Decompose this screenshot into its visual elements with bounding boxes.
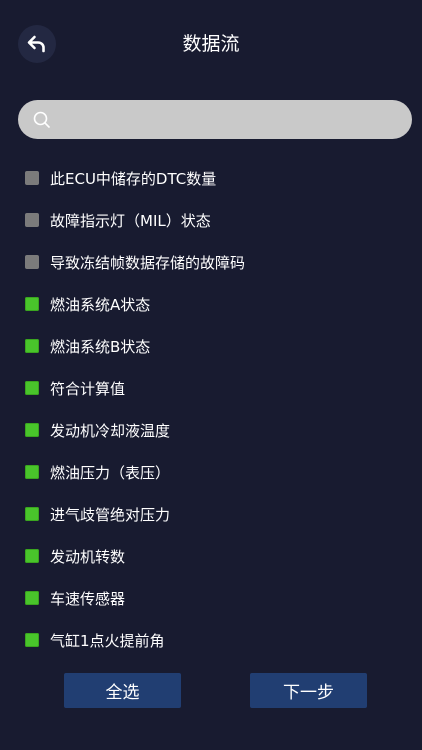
checkbox-checked[interactable] xyxy=(25,507,39,521)
checkbox-checked[interactable] xyxy=(25,297,39,311)
item-label: 燃油系统B状态 xyxy=(50,337,151,356)
item-label: 发动机冷却液温度 xyxy=(50,421,171,440)
checkbox-unchecked[interactable] xyxy=(25,213,39,227)
list-item[interactable]: 故障指示灯（MIL）状态 xyxy=(0,199,422,241)
select-all-button[interactable]: 全选 xyxy=(64,673,181,708)
item-label: 导致冻结帧数据存储的故障码 xyxy=(50,253,246,272)
item-label: 燃油压力（表压） xyxy=(50,463,171,482)
checkbox-unchecked[interactable] xyxy=(25,171,39,185)
list-item[interactable]: 燃油压力（表压） xyxy=(0,451,422,493)
page-title: 数据流 xyxy=(182,33,240,55)
item-label: 此ECU中储存的DTC数量 xyxy=(50,169,217,188)
list-item[interactable]: 燃油系统A状态 xyxy=(0,283,422,325)
search-bar[interactable] xyxy=(18,100,412,139)
list-item[interactable]: 气缸1点火提前角 xyxy=(0,619,422,661)
search-input[interactable] xyxy=(51,100,412,139)
list-item[interactable]: 发动机冷却液温度 xyxy=(0,409,422,451)
checkbox-checked[interactable] xyxy=(25,465,39,479)
checkbox-checked[interactable] xyxy=(25,381,39,395)
list-item[interactable]: 进气歧管绝对压力 xyxy=(0,493,422,535)
search-icon xyxy=(33,111,51,129)
list-item[interactable]: 导致冻结帧数据存储的故障码 xyxy=(0,241,422,283)
data-stream-list: 此ECU中储存的DTC数量 故障指示灯（MIL）状态 导致冻结帧数据存储的故障码… xyxy=(0,157,422,661)
list-item[interactable]: 燃油系统B状态 xyxy=(0,325,422,367)
next-button[interactable]: 下一步 xyxy=(250,673,367,708)
list-item[interactable]: 此ECU中储存的DTC数量 xyxy=(0,157,422,199)
item-label: 故障指示灯（MIL）状态 xyxy=(50,211,211,230)
item-label: 气缸1点火提前角 xyxy=(50,631,165,650)
checkbox-checked[interactable] xyxy=(25,549,39,563)
list-item[interactable]: 发动机转数 xyxy=(0,535,422,577)
checkbox-checked[interactable] xyxy=(25,591,39,605)
checkbox-checked[interactable] xyxy=(25,633,39,647)
header: 数据流 xyxy=(0,0,422,88)
list-item[interactable]: 车速传感器 xyxy=(0,577,422,619)
item-label: 车速传感器 xyxy=(50,589,126,608)
item-label: 燃油系统A状态 xyxy=(50,295,151,314)
item-label: 发动机转数 xyxy=(50,547,126,566)
checkbox-checked[interactable] xyxy=(25,339,39,353)
list-item[interactable]: 符合计算值 xyxy=(0,367,422,409)
item-label: 符合计算值 xyxy=(50,379,126,398)
checkbox-checked[interactable] xyxy=(25,423,39,437)
item-label: 进气歧管绝对压力 xyxy=(50,505,171,524)
checkbox-unchecked[interactable] xyxy=(25,255,39,269)
